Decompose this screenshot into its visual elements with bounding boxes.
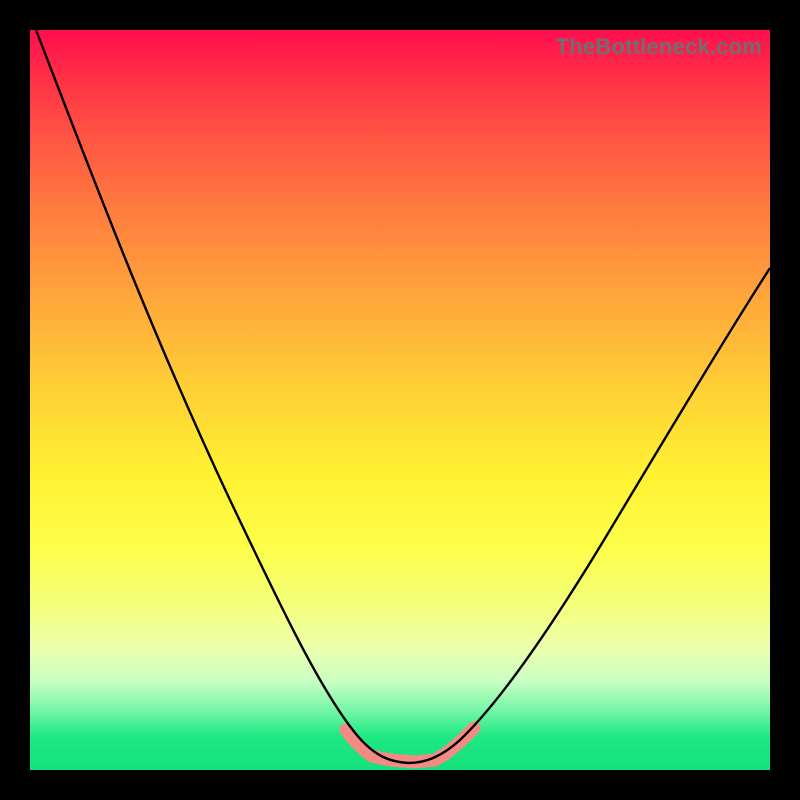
plot-area: TheBottleneck.com bbox=[30, 30, 770, 770]
curve-layer bbox=[30, 30, 770, 770]
bottleneck-curve bbox=[36, 30, 770, 763]
chart-frame: TheBottleneck.com bbox=[0, 0, 800, 800]
